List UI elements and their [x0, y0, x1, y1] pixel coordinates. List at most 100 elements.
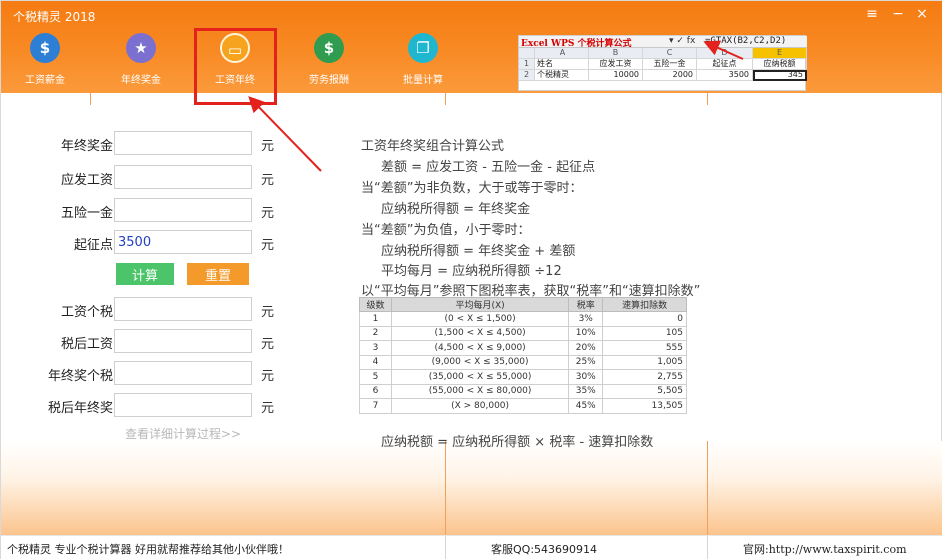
- cell-rate: 10%: [568, 325, 604, 341]
- cell-deduction: 13,505: [602, 398, 687, 414]
- money-bag-icon: $: [30, 33, 60, 63]
- unit-label: 元: [261, 401, 275, 416]
- excel-formula-bar: Excel WPS 个税计算公式 ▾ ✓ fx =GTAX(B2,C2,D2): [519, 36, 807, 49]
- detail-link[interactable]: 查看详细计算过程>>: [125, 425, 241, 442]
- bonus-input[interactable]: [114, 131, 252, 155]
- salary-tax-output[interactable]: [114, 297, 252, 321]
- status-slogan: 个税精灵 专业个税计算器 好用就帮推荐给其他小伙伴哦！: [7, 543, 289, 556]
- excel-cell: 3500: [697, 70, 753, 81]
- unit-label: 元: [261, 337, 275, 352]
- column-header: 税率: [568, 297, 604, 312]
- minimize-icon[interactable]: −: [889, 5, 907, 23]
- unit-label: 元: [261, 206, 275, 221]
- divider: [445, 93, 446, 105]
- table-row: 6 (55,000 < X ≤ 80,000) 35% 5,505: [359, 383, 687, 399]
- table-row: 4 (9,000 < X ≤ 35,000) 25% 1,005: [359, 354, 687, 370]
- field-label: 五险一金: [60, 206, 113, 221]
- cell-range: (0 < X ≤ 1,500): [390, 311, 570, 327]
- formula-line: 应纳税所得额 = 年终奖金 + 差额: [381, 244, 576, 259]
- tool-bonus[interactable]: ★ 年终奖金: [109, 33, 173, 93]
- threshold-input[interactable]: [114, 230, 252, 254]
- cell-range: (1,500 < X ≤ 4,500): [390, 325, 570, 341]
- bonus-tax-output[interactable]: [114, 361, 252, 385]
- status-qq: 客服QQ:543690914: [491, 543, 598, 556]
- tool-labor[interactable]: $ 劳务报酬: [297, 33, 361, 93]
- divider: [707, 441, 708, 535]
- result-net-bonus: 税后年终奖 元: [21, 393, 275, 417]
- table-row: 1 (0 < X ≤ 1,500) 3% 0: [359, 311, 687, 327]
- status-website[interactable]: 官网:http://www.taxspirit.com: [743, 541, 907, 557]
- excel-col-headers: A B C D E: [519, 48, 807, 59]
- excel-cell: 五险一金: [643, 59, 697, 70]
- cell-range: (X > 80,000): [390, 398, 570, 414]
- unit-label: 元: [261, 369, 275, 384]
- app-window: 个税精灵 2018 ≡ − × $ 工资薪金 ★ 年终奖金 ▭ 工资年终 $ 劳…: [0, 0, 942, 559]
- fx-icon: ▾ ✓ fx: [669, 36, 696, 46]
- field-threshold: 起征点 元: [21, 230, 275, 254]
- cell-rate: 45%: [568, 398, 604, 414]
- status-divider: [445, 536, 446, 559]
- field-salary: 应发工资 元: [21, 165, 275, 189]
- tool-salary[interactable]: $ 工资薪金: [13, 33, 77, 93]
- excel-cell: 2000: [643, 70, 697, 81]
- field-bonus: 年终奖金 元: [21, 131, 274, 155]
- cell-deduction: 2,755: [602, 369, 687, 385]
- cell-deduction: 555: [602, 340, 687, 356]
- excel-cell: D: [697, 48, 753, 59]
- net-salary-output[interactable]: [114, 329, 252, 353]
- excel-cell: 2: [519, 70, 535, 81]
- result-salary-tax: 工资个税 元: [21, 297, 275, 321]
- tool-label: 年终奖金: [121, 75, 161, 86]
- divider: [707, 93, 708, 105]
- cell-level: 6: [359, 383, 392, 399]
- unit-label: 元: [261, 238, 275, 253]
- excel-row: 2 个税精灵 10000 2000 3500 345: [519, 70, 807, 81]
- field-insurance: 五险一金 元: [21, 198, 275, 222]
- cell-rate: 20%: [568, 340, 604, 356]
- formula-line: 差额 = 应发工资 - 五险一金 - 起征点: [381, 160, 596, 175]
- excel-cell: 个税精灵: [535, 70, 589, 81]
- cell-rate: 25%: [568, 354, 604, 370]
- salary-input[interactable]: [114, 165, 252, 189]
- cell-rate: 3%: [568, 311, 604, 327]
- excel-row: 1 姓名 应发工资 五险一金 起征点 应纳税额: [519, 59, 807, 70]
- cell-deduction: 0: [602, 311, 687, 327]
- cell-rate: 35%: [568, 383, 604, 399]
- divider: [90, 93, 91, 105]
- cell-level: 1: [359, 311, 392, 327]
- cell-range: (9,000 < X ≤ 35,000): [390, 354, 570, 370]
- batch-copy-icon: ❐: [408, 33, 438, 63]
- field-label: 应发工资: [60, 173, 113, 188]
- excel-cell: 1: [519, 59, 535, 70]
- close-icon[interactable]: ×: [913, 5, 931, 23]
- cell-deduction: 105: [602, 325, 687, 341]
- cell-level: 2: [359, 325, 392, 341]
- excel-cell: 应发工资: [589, 59, 643, 70]
- result-bonus-tax: 年终奖个税 元: [21, 361, 275, 385]
- tool-batch[interactable]: ❐ 批量计算: [391, 33, 455, 93]
- bottom-gradient: [1, 441, 942, 535]
- excel-cell: [519, 48, 535, 59]
- field-label: 税后年终奖: [47, 401, 113, 416]
- unit-label: 元: [261, 305, 275, 320]
- field-label: 工资个税: [60, 305, 113, 320]
- reset-button[interactable]: 重置: [187, 263, 249, 285]
- status-divider: [707, 536, 708, 559]
- formula-title: 工资年终奖组合计算公式: [361, 139, 505, 154]
- excel-cell: A: [535, 48, 589, 59]
- excel-cell: 起征点: [697, 59, 753, 70]
- tax-rate-table: 级数 平均每月(X) 税率 速算扣除数 1 (0 < X ≤ 1,500) 3% 0 …: [359, 297, 687, 414]
- calculate-button[interactable]: 计算: [116, 263, 174, 285]
- insurance-input[interactable]: [114, 198, 252, 222]
- field-label: 年终奖个税: [47, 369, 113, 384]
- window-title: 个税精灵 2018: [13, 10, 96, 24]
- net-bonus-output[interactable]: [114, 393, 252, 417]
- unit-label: 元: [261, 173, 275, 188]
- cell-rate: 30%: [568, 369, 604, 385]
- excel-cell: 10000: [589, 70, 643, 81]
- excel-cell: C: [643, 48, 697, 59]
- coins-icon: $: [314, 33, 344, 63]
- menu-icon[interactable]: ≡: [863, 5, 881, 23]
- cell-range: (4,500 < X ≤ 9,000): [390, 340, 570, 356]
- tool-label: 工资薪金: [25, 75, 65, 86]
